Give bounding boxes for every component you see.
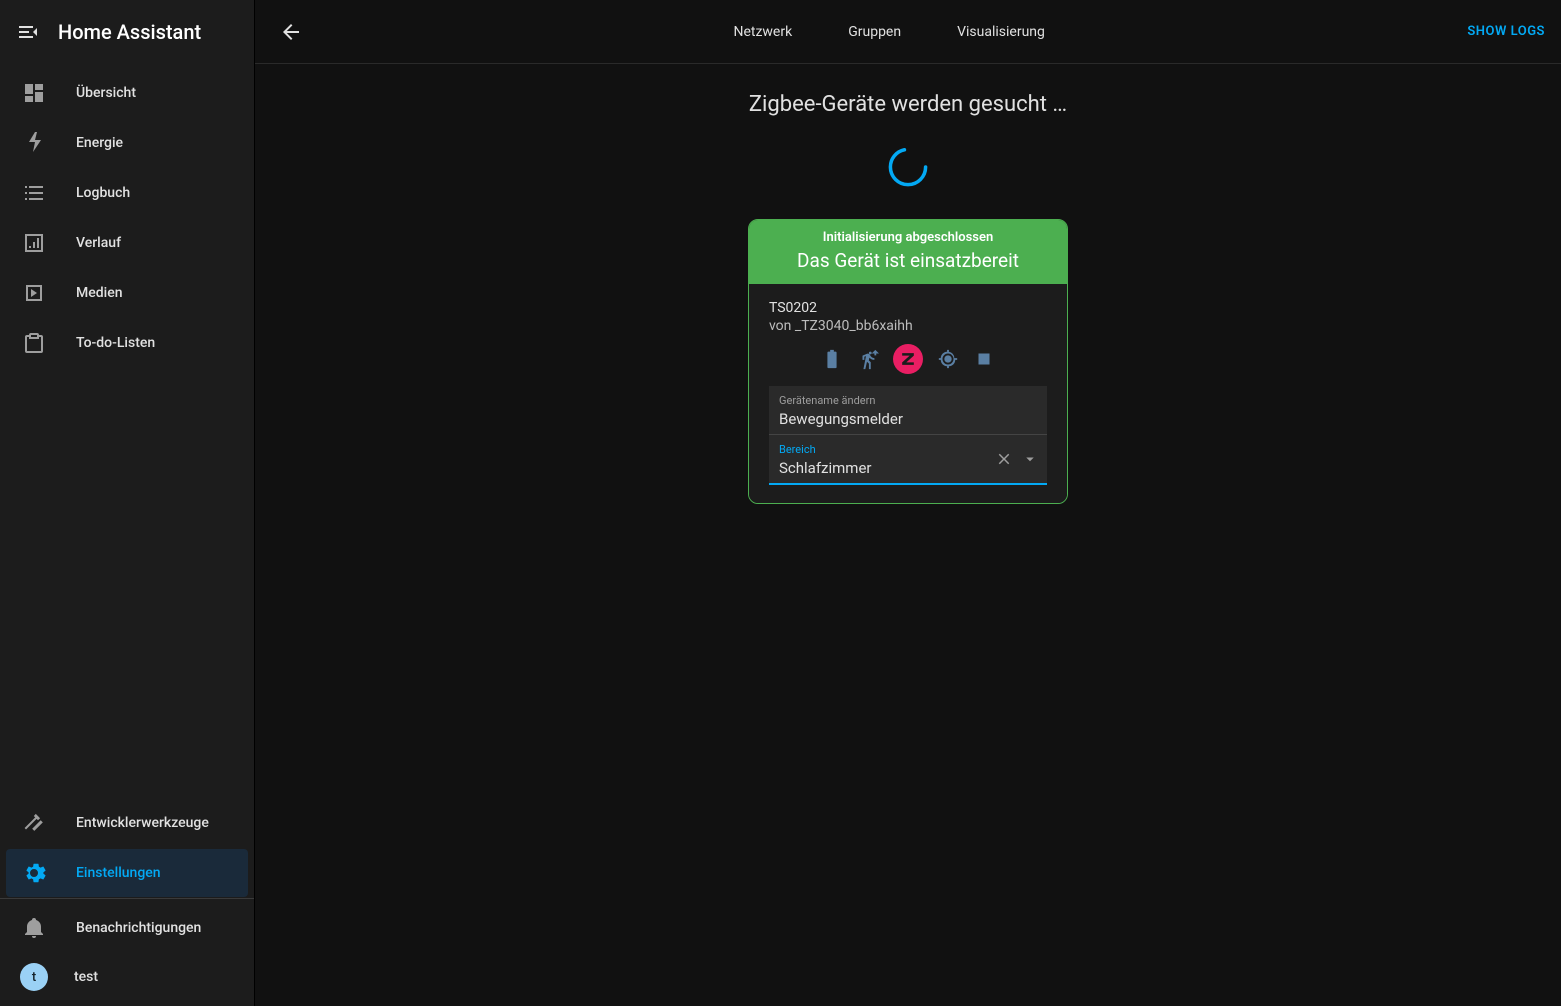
stop-icon (973, 348, 995, 370)
arrow-left-icon (279, 20, 303, 44)
device-card-body: TS0202 von _TZ3040_bb6xaihh Gerätename ä… (749, 284, 1067, 503)
device-icon-row (769, 344, 1047, 374)
sidebar-item-logbook[interactable]: Logbuch (6, 169, 248, 217)
loading-spinner (886, 145, 930, 189)
field-label: Gerätename ändern (779, 394, 1037, 407)
sidebar-item-media[interactable]: Medien (6, 269, 248, 317)
clipboard-icon (22, 331, 46, 355)
bell-icon (22, 916, 46, 940)
motion-icon (857, 348, 879, 370)
back-button[interactable] (271, 12, 311, 52)
sidebar-header: Home Assistant (0, 0, 254, 64)
nav-spacer (0, 368, 254, 798)
sidebar-item-label: Verlauf (76, 235, 121, 251)
zigbee-icon (893, 344, 923, 374)
sidebar-item-notifications[interactable]: Benachrichtigungen (6, 904, 248, 952)
field-controls (995, 450, 1039, 468)
menu-collapse-icon[interactable] (16, 20, 40, 44)
sidebar-item-settings[interactable]: Einstellungen (6, 849, 248, 897)
dashboard-icon (22, 81, 46, 105)
sidebar: Home Assistant Übersicht Energie Logbuch… (0, 0, 255, 1006)
clear-icon[interactable] (995, 450, 1013, 468)
device-card-header: Initialisierung abgeschlossen Das Gerät … (749, 220, 1067, 284)
sidebar-nav: Übersicht Energie Logbuch Verlauf Medien… (0, 64, 254, 898)
avatar: t (20, 963, 48, 991)
device-area-field[interactable]: Bereich (769, 435, 1047, 485)
show-logs-button[interactable]: Show Logs (1467, 24, 1545, 39)
hammer-icon (22, 811, 46, 835)
sidebar-item-label: Energie (76, 135, 123, 151)
sidebar-footer: Benachrichtigungen t test (0, 898, 254, 1006)
sidebar-item-label: Einstellungen (76, 865, 161, 881)
sidebar-title: Home Assistant (58, 20, 201, 44)
battery-icon (821, 348, 843, 370)
sidebar-item-label: Benachrichtigungen (76, 920, 201, 936)
device-status-sub: Initialisierung abgeschlossen (759, 230, 1057, 245)
device-card: Initialisierung abgeschlossen Das Gerät … (748, 219, 1068, 504)
cog-icon (22, 861, 46, 885)
sidebar-item-label: test (74, 969, 98, 985)
sidebar-item-label: Logbuch (76, 185, 130, 201)
flash-icon (22, 131, 46, 155)
sidebar-item-devtools[interactable]: Entwicklerwerkzeuge (6, 799, 248, 847)
sidebar-item-energy[interactable]: Energie (6, 119, 248, 167)
sidebar-item-overview[interactable]: Übersicht (6, 69, 248, 117)
main: Netzwerk Gruppen Visualisierung Show Log… (255, 0, 1561, 1006)
tabs: Netzwerk Gruppen Visualisierung (311, 16, 1467, 48)
device-status-title: Das Gerät ist einsatzbereit (759, 249, 1057, 272)
play-box-icon (22, 281, 46, 305)
list-icon (22, 181, 46, 205)
tab-visualization[interactable]: Visualisierung (953, 16, 1049, 48)
sidebar-item-label: Entwicklerwerkzeuge (76, 815, 209, 831)
sidebar-item-label: Übersicht (76, 85, 136, 101)
device-fields: Gerätename ändern Bereich (769, 386, 1047, 485)
device-model: TS0202 (769, 300, 1047, 316)
chart-icon (22, 231, 46, 255)
topbar: Netzwerk Gruppen Visualisierung Show Log… (255, 0, 1561, 64)
tab-groups[interactable]: Gruppen (844, 16, 905, 48)
sidebar-item-todo[interactable]: To-do-Listen (6, 319, 248, 367)
sidebar-item-history[interactable]: Verlauf (6, 219, 248, 267)
sidebar-item-label: Medien (76, 285, 123, 301)
crosshair-icon (937, 348, 959, 370)
device-name-input[interactable] (779, 410, 1037, 428)
chevron-down-icon[interactable] (1021, 450, 1039, 468)
page-title: Zigbee-Geräte werden gesucht … (749, 92, 1067, 117)
sidebar-item-user[interactable]: t test (6, 953, 248, 1001)
sidebar-item-label: To-do-Listen (76, 335, 155, 351)
tab-network[interactable]: Netzwerk (729, 16, 796, 48)
device-name-field[interactable]: Gerätename ändern (769, 386, 1047, 435)
content: Zigbee-Geräte werden gesucht … Initialis… (255, 64, 1561, 1006)
device-manufacturer: von _TZ3040_bb6xaihh (769, 318, 1047, 334)
